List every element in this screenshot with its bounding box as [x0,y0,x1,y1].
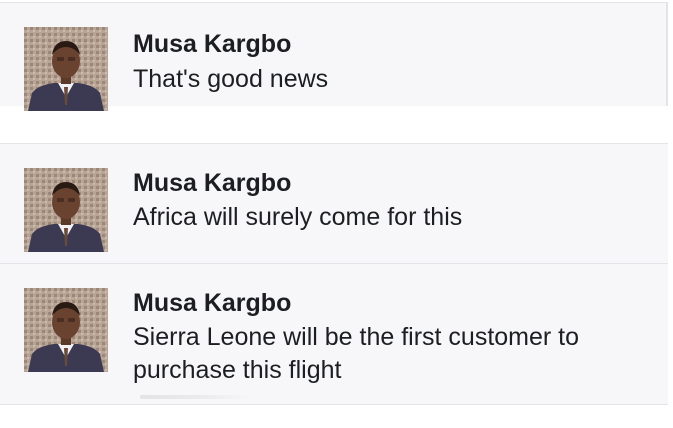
comment-text: Africa will surely come for this [133,203,463,231]
comment-item: Musa Kargbo Sierra Leone will be the fir… [0,263,668,405]
comment-text: Sierra Leone will be the first customer … [133,323,580,384]
faded-text-remnant [140,395,250,399]
comment-author[interactable]: Musa Kargbo [133,288,291,318]
avatar[interactable] [24,288,108,372]
avatar[interactable] [24,168,108,252]
comment-item: Musa Kargbo Africa will surely come for … [0,143,668,263]
comment-text: That's good news [133,65,329,93]
comment-item: Musa Kargbo That's good news [0,2,668,111]
comment-author[interactable]: Musa Kargbo [133,29,291,59]
comment-author[interactable]: Musa Kargbo [133,168,291,198]
comments-list: Musa Kargbo That's good news Musa Kargbo… [0,0,673,428]
avatar[interactable] [24,27,108,111]
